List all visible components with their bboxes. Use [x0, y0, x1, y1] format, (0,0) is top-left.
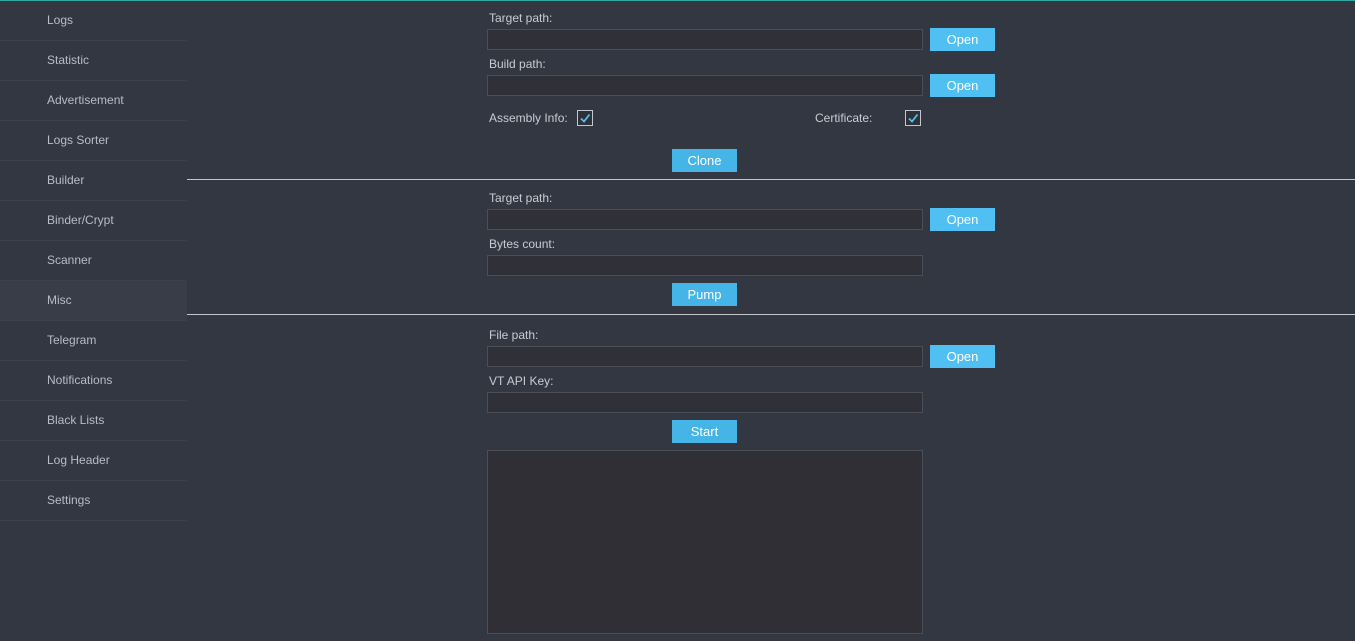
build-path-label: Build path:	[489, 57, 546, 71]
section-divider	[187, 314, 1355, 315]
sidebar-item-misc[interactable]: Misc	[0, 281, 187, 321]
pump-target-path-input[interactable]	[487, 209, 923, 230]
sidebar-item-black-lists[interactable]: Black Lists	[0, 401, 187, 441]
file-path-input[interactable]	[487, 346, 923, 367]
clone-button[interactable]: Clone	[672, 149, 737, 172]
vt-api-key-input[interactable]	[487, 392, 923, 413]
pump-target-path-label: Target path:	[489, 191, 553, 205]
sidebar-item-logs-sorter[interactable]: Logs Sorter	[0, 121, 187, 161]
certificate-checkbox[interactable]	[905, 110, 921, 126]
sidebar-item-settings[interactable]: Settings	[0, 481, 187, 521]
start-button[interactable]: Start	[672, 420, 737, 443]
build-path-input[interactable]	[487, 75, 923, 96]
sidebar-item-notifications[interactable]: Notifications	[0, 361, 187, 401]
sidebar-item-logs[interactable]: Logs	[0, 1, 187, 41]
sidebar-item-binder-crypt[interactable]: Binder/Crypt	[0, 201, 187, 241]
assembly-info-checkbox[interactable]	[577, 110, 593, 126]
top-accent-line	[0, 0, 1355, 1]
file-path-label: File path:	[489, 328, 539, 342]
sidebar-item-telegram[interactable]: Telegram	[0, 321, 187, 361]
clone-target-path-label: Target path:	[489, 11, 553, 25]
sidebar-item-advertisement[interactable]: Advertisement	[0, 81, 187, 121]
scan-output-area[interactable]	[487, 450, 923, 634]
build-path-open-button[interactable]: Open	[930, 74, 995, 97]
bytes-count-input[interactable]	[487, 255, 923, 276]
assembly-info-label: Assembly Info:	[489, 111, 568, 125]
bytes-count-label: Bytes count:	[489, 237, 556, 251]
app-window: Logs Statistic Advertisement Logs Sorter…	[0, 0, 1355, 641]
sidebar-item-builder[interactable]: Builder	[0, 161, 187, 201]
clone-target-path-input[interactable]	[487, 29, 923, 50]
sidebar-item-log-header[interactable]: Log Header	[0, 441, 187, 481]
sidebar-item-statistic[interactable]: Statistic	[0, 41, 187, 81]
sidebar: Logs Statistic Advertisement Logs Sorter…	[0, 1, 187, 641]
file-path-open-button[interactable]: Open	[930, 345, 995, 368]
pump-target-open-button[interactable]: Open	[930, 208, 995, 231]
clone-target-open-button[interactable]: Open	[930, 28, 995, 51]
sidebar-item-scanner[interactable]: Scanner	[0, 241, 187, 281]
section-divider	[187, 179, 1355, 180]
pump-button[interactable]: Pump	[672, 283, 737, 306]
checkmark-icon	[908, 113, 919, 123]
checkmark-icon	[580, 113, 591, 123]
certificate-label: Certificate:	[815, 111, 873, 125]
vt-api-key-label: VT API Key:	[489, 374, 554, 388]
